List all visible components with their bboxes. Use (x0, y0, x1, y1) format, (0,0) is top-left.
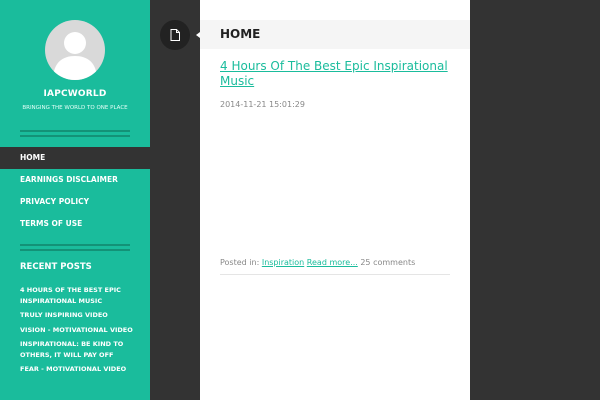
nav-item-terms-of-use[interactable]: TERMS OF USE (0, 213, 150, 235)
sidebar-divider (20, 244, 130, 246)
recent-posts-list: 4 HOURS OF THE BEST EPIC INSPIRATIONAL M… (20, 285, 135, 379)
recent-post-link[interactable]: INSPIRATIONAL: BE KIND TO OTHERS, IT WIL… (20, 339, 135, 360)
main-nav: HOME EARNINGS DISCLAIMER PRIVACY POLICY … (0, 147, 150, 235)
post-title-link[interactable]: 4 Hours Of The Best Epic Inspirational M… (220, 59, 460, 89)
page-header: HOME (200, 20, 470, 49)
document-icon (170, 29, 180, 41)
sidebar: IAPCWORLD BRINGING THE WORLD TO ONE PLAC… (0, 0, 150, 400)
sidebar-divider (20, 135, 130, 137)
nav-item-privacy-policy[interactable]: PRIVACY POLICY (0, 191, 150, 213)
site-title[interactable]: IAPCWORLD (0, 89, 150, 99)
sidebar-divider (20, 130, 130, 132)
avatar[interactable] (45, 20, 105, 80)
post-divider (220, 274, 450, 275)
post-meta: Posted in: Inspiration Read more... 25 c… (220, 258, 415, 267)
comments-count[interactable]: 25 comments (360, 258, 415, 267)
site-description: BRINGING THE WORLD TO ONE PLACE (22, 105, 128, 111)
main-content: HOME 4 Hours Of The Best Epic Inspiratio… (200, 0, 470, 400)
page-title: HOME (220, 27, 261, 41)
posted-in-label: Posted in: (220, 258, 260, 267)
page-type-badge (160, 20, 190, 50)
category-link[interactable]: Inspiration (262, 258, 304, 267)
recent-post-link[interactable]: TRULY INSPIRING VIDEO (20, 310, 135, 321)
post-date: 2014-11-21 15:01:29 (220, 100, 305, 109)
read-more-link[interactable]: Read more... (307, 258, 358, 267)
recent-post-link[interactable]: FEAR - MOTIVATIONAL VIDEO (20, 364, 135, 375)
sidebar-divider (20, 249, 130, 251)
nav-item-home[interactable]: HOME (0, 147, 150, 169)
nav-item-earnings-disclaimer[interactable]: EARNINGS DISCLAIMER (0, 169, 150, 191)
recent-posts-heading: RECENT POSTS (20, 262, 92, 272)
user-icon (53, 32, 97, 80)
recent-post-link[interactable]: 4 HOURS OF THE BEST EPIC INSPIRATIONAL M… (20, 285, 135, 306)
recent-post-link[interactable]: VISION - MOTIVATIONAL VIDEO (20, 325, 135, 336)
